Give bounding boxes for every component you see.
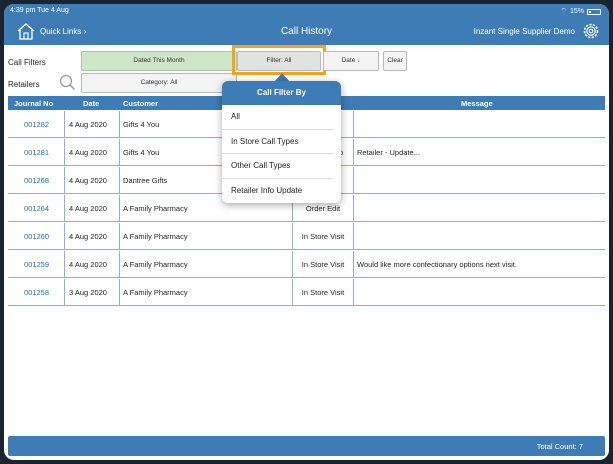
journal-number[interactable]: 001282: [24, 120, 49, 129]
divider: [64, 139, 65, 166]
gear-icon[interactable]: [582, 22, 600, 40]
table-row[interactable]: 001258 3 Aug 2020 A Family Pharmacy In S…: [8, 279, 605, 306]
divider: [64, 223, 65, 250]
row-customer: Gifts 4 You: [123, 148, 160, 157]
row-call-type: Order Edit: [305, 204, 341, 213]
col-date[interactable]: Date: [83, 99, 99, 108]
divider: [119, 279, 120, 306]
battery-icon: [587, 8, 601, 15]
wifi-icon: ⌔: [560, 8, 567, 15]
row-date: 4 Aug 2020: [69, 120, 107, 129]
table-row[interactable]: 001260 4 Aug 2020 A Family Pharmacy In S…: [8, 223, 605, 250]
col-message[interactable]: Message: [461, 99, 493, 108]
journal-number[interactable]: 001268: [24, 176, 49, 185]
row-customer: Dantree Gifts: [123, 176, 168, 185]
divider: [119, 223, 120, 250]
call-filters-label: Call Filters: [8, 58, 46, 67]
filter-option-retailer-info[interactable]: Retailer Info Update: [222, 179, 333, 204]
divider: [292, 251, 293, 278]
divider: [119, 167, 120, 194]
filter-option-in-store[interactable]: In Store Call Types: [222, 130, 333, 154]
journal-number[interactable]: 001260: [24, 232, 49, 241]
call-filter-popover: Call Filter By All In Store Call Types O…: [222, 81, 341, 203]
divider: [353, 279, 354, 306]
row-customer: A Family Pharmacy: [123, 288, 188, 297]
journal-number[interactable]: 001259: [24, 260, 49, 269]
filter-option-other[interactable]: Other Call Types: [222, 154, 333, 179]
divider: [64, 279, 65, 306]
popover-title: Call Filter By: [222, 81, 341, 105]
divider: [292, 223, 293, 250]
retailers-label: Retailers: [8, 80, 40, 89]
row-call-type: In Store Visit: [301, 260, 345, 269]
col-customer[interactable]: Customer: [123, 99, 158, 108]
divider: [119, 251, 120, 278]
row-date: 4 Aug 2020: [69, 232, 107, 241]
divider: [353, 167, 354, 194]
row-customer: A Family Pharmacy: [123, 204, 188, 213]
divider: [119, 139, 120, 166]
row-date: 4 Aug 2020: [69, 176, 107, 185]
filter-highlight: [232, 45, 326, 75]
row-date: 4 Aug 2020: [69, 260, 107, 269]
divider: [119, 111, 120, 138]
date-sort-button[interactable]: Date ↓: [323, 51, 379, 71]
row-call-type: In Store Visit: [301, 232, 345, 241]
col-journal[interactable]: Journal No: [14, 99, 53, 108]
search-icon[interactable]: [58, 73, 76, 91]
journal-number[interactable]: 001258: [24, 288, 49, 297]
battery-percent: 15%: [569, 8, 584, 15]
row-customer: A Family Pharmacy: [123, 232, 188, 241]
total-count: Total Count: 7: [536, 442, 583, 451]
divider: [64, 111, 65, 138]
status-time: 4:39 pm Tue 4 Aug: [10, 7, 69, 14]
app-screen: 4:39 pm Tue 4 Aug ⌔ 15% Quick Links › Ca…: [4, 4, 609, 460]
app-header: 4:39 pm Tue 4 Aug ⌔ 15% Quick Links › Ca…: [4, 4, 609, 45]
table-row[interactable]: 001259 4 Aug 2020 A Family Pharmacy In S…: [8, 251, 605, 278]
filter-option-all[interactable]: All: [222, 105, 333, 130]
supplier-name: Inzant Single Supplier Demo: [473, 27, 575, 36]
clear-button[interactable]: Clear: [383, 51, 407, 71]
device-frame: 4:39 pm Tue 4 Aug ⌔ 15% Quick Links › Ca…: [0, 0, 613, 464]
divider: [292, 279, 293, 306]
divider: [353, 251, 354, 278]
row-message: Retailer - Update...: [357, 148, 420, 157]
row-date: 4 Aug 2020: [69, 148, 107, 157]
divider: [353, 195, 354, 222]
divider: [353, 111, 354, 138]
row-customer: Gifts 4 You: [123, 120, 160, 129]
dated-this-month-button[interactable]: Dated This Month: [81, 51, 237, 71]
row-date: 3 Aug 2020: [69, 288, 107, 297]
divider: [353, 139, 354, 166]
row-message: Would like more confectionary options ne…: [357, 260, 517, 269]
category-filter-button[interactable]: Category: All: [81, 73, 237, 93]
divider: [353, 223, 354, 250]
table-footer: Total Count: 7: [8, 436, 605, 456]
divider: [64, 167, 65, 194]
row-call-type: In Store Visit: [301, 288, 345, 297]
journal-number[interactable]: 001264: [24, 204, 49, 213]
status-icons: ⌔ 15%: [560, 7, 601, 16]
row-date: 4 Aug 2020: [69, 204, 107, 213]
divider: [119, 195, 120, 222]
journal-number[interactable]: 001281: [24, 148, 49, 157]
row-customer: A Family Pharmacy: [123, 260, 188, 269]
divider: [64, 195, 65, 222]
divider: [64, 251, 65, 278]
